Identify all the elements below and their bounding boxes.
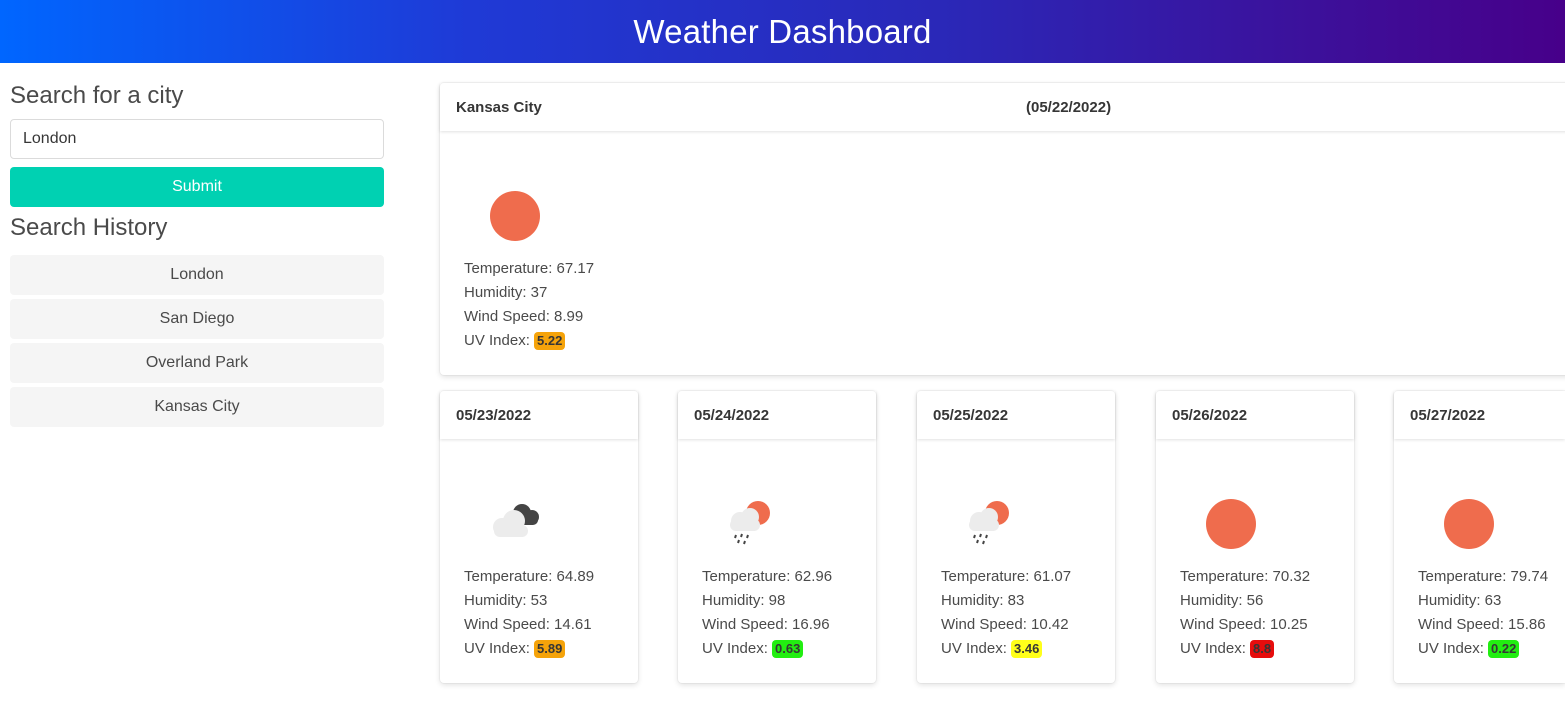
forecast-temperature: Temperature: 79.74: [1418, 568, 1549, 585]
current-weather-card: Kansas City (05/22/2022) Temperature: 67…: [440, 83, 1565, 375]
uv-index-badge: 3.46: [1011, 640, 1043, 658]
forecast-humidity: Humidity: 53: [464, 592, 548, 609]
forecast-uv-row: UV Index: 0.63: [702, 637, 852, 661]
rain-sun-icon: [718, 489, 788, 559]
history-item-san-diego[interactable]: San Diego: [10, 299, 384, 339]
forecast-card: 05/27/2022 Temperature: 79.74 Humidity: …: [1394, 391, 1565, 683]
search-history-title: Search History: [10, 214, 168, 241]
uv-index-badge: 5.22: [534, 332, 566, 350]
sidebar: Search for a city Submit Search History …: [10, 63, 384, 431]
submit-button[interactable]: Submit: [10, 167, 384, 207]
forecast-temperature: Temperature: 64.89: [464, 568, 595, 585]
forecast-card: 05/25/2022 Temperature: 61.07 Humidity: …: [917, 391, 1115, 683]
sun-icon: [480, 181, 550, 251]
history-item-london[interactable]: London: [10, 255, 384, 295]
current-city-name: Kansas City: [456, 98, 542, 116]
forecast-wind-speed: Wind Speed: 14.61: [464, 616, 592, 633]
forecast-date: 05/27/2022: [1394, 391, 1565, 439]
uv-index-badge: 5.89: [534, 640, 566, 658]
forecast-card: 05/23/2022 Temperature: 64.89 Humidity: …: [440, 391, 638, 683]
search-title: Search for a city: [10, 82, 184, 109]
sun-icon: [1196, 489, 1266, 559]
forecast-temperature: Temperature: 61.07: [941, 568, 1072, 585]
uv-index-badge: 8.8: [1250, 640, 1275, 658]
forecast-date: 05/26/2022: [1156, 391, 1354, 439]
uv-index-badge: 0.22: [1488, 640, 1520, 658]
current-uv-row: UV Index: 5.22: [464, 329, 1551, 353]
sun-icon: [1434, 489, 1504, 559]
uv-index-label: UV Index:: [464, 332, 530, 349]
current-wind-speed: Wind Speed: 8.99: [464, 308, 584, 325]
uv-index-label: UV Index:: [1418, 640, 1484, 657]
uv-index-label: UV Index:: [464, 640, 530, 657]
forecast-uv-row: UV Index: 5.89: [464, 637, 614, 661]
city-search-input[interactable]: [10, 119, 384, 159]
forecast-humidity: Humidity: 83: [941, 592, 1025, 609]
page-title: Weather Dashboard: [633, 12, 932, 50]
forecast-card: 05/26/2022 Temperature: 70.32 Humidity: …: [1156, 391, 1354, 683]
forecast-temperature: Temperature: 70.32: [1180, 568, 1311, 585]
forecast-humidity: Humidity: 56: [1180, 592, 1264, 609]
forecast-humidity: Humidity: 63: [1418, 592, 1502, 609]
history-item-overland-park[interactable]: Overland Park: [10, 343, 384, 383]
forecast-uv-row: UV Index: 3.46: [941, 637, 1091, 661]
forecast-date: 05/25/2022: [917, 391, 1115, 439]
forecast-wind-speed: Wind Speed: 16.96: [702, 616, 830, 633]
uv-index-badge: 0.63: [772, 640, 804, 658]
current-humidity: Humidity: 37: [464, 284, 548, 301]
uv-index-label: UV Index:: [1180, 640, 1246, 657]
forecast-card: 05/24/2022 Temperature: 62.96 Humidity: …: [678, 391, 876, 683]
forecast-wind-speed: Wind Speed: 10.42: [941, 616, 1069, 633]
history-item-kansas-city[interactable]: Kansas City: [10, 387, 384, 427]
page-header: Weather Dashboard: [0, 0, 1565, 63]
forecast-date: 05/24/2022: [678, 391, 876, 439]
forecast-wind-speed: Wind Speed: 15.86: [1418, 616, 1546, 633]
search-history-list: London San Diego Overland Park Kansas Ci…: [10, 255, 384, 427]
forecast-uv-row: UV Index: 8.8: [1180, 637, 1330, 661]
current-date: (05/22/2022): [1026, 98, 1112, 116]
forecast-date: 05/23/2022: [440, 391, 638, 439]
rain-sun-icon: [957, 489, 1027, 559]
forecast-uv-row: UV Index: 0.22: [1418, 637, 1565, 661]
uv-index-label: UV Index:: [702, 640, 768, 657]
current-temperature: Temperature: 67.17: [464, 260, 595, 277]
current-weather-header: Kansas City (05/22/2022): [440, 83, 1565, 131]
forecast-wind-speed: Wind Speed: 10.25: [1180, 616, 1308, 633]
forecast-humidity: Humidity: 98: [702, 592, 786, 609]
cloudy-icon: [480, 489, 550, 559]
forecast-temperature: Temperature: 62.96: [702, 568, 833, 585]
uv-index-label: UV Index:: [941, 640, 1007, 657]
